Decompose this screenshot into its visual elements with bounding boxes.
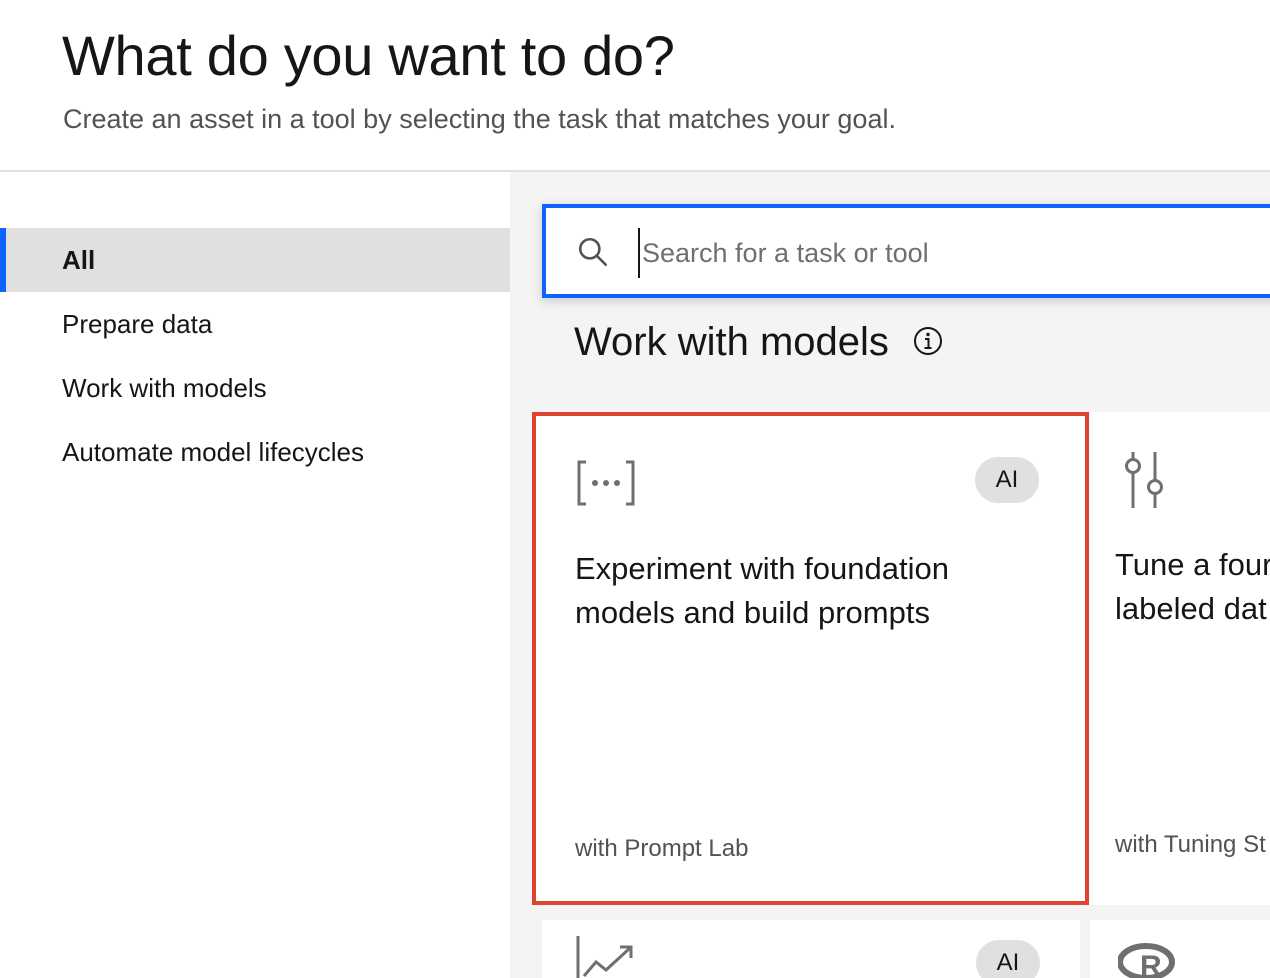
task-card-tuning-studio[interactable]: Tune a four labeled dat with Tuning St: [1090, 412, 1270, 905]
sidebar-item-prepare-data[interactable]: Prepare data: [0, 292, 510, 356]
card-footer-tool: with Tuning St: [1115, 831, 1266, 858]
card-title: Experiment with foundation models and bu…: [575, 547, 949, 635]
info-icon[interactable]: [912, 325, 944, 357]
card-title-line: models and build prompts: [575, 595, 930, 630]
task-card-third[interactable]: AI: [542, 920, 1080, 978]
sidebar: All Prepare data Work with models Automa…: [0, 172, 510, 978]
task-card-fourth[interactable]: R: [1090, 920, 1270, 978]
card-title: Tune a four labeled dat: [1115, 543, 1270, 631]
ai-badge: AI: [976, 940, 1040, 978]
task-card-prompt-lab[interactable]: AI Experiment with foundation models and…: [532, 412, 1089, 905]
svg-text:R: R: [1140, 950, 1162, 978]
r-logo-icon: R: [1118, 943, 1175, 978]
sidebar-item-all[interactable]: All: [0, 228, 510, 292]
search-box[interactable]: [542, 204, 1270, 298]
tuning-sliders-icon: [1125, 452, 1163, 508]
card-title-line: labeled dat: [1115, 591, 1267, 626]
ai-badge: AI: [975, 457, 1039, 503]
card-footer-tool: with Prompt Lab: [575, 835, 749, 862]
sidebar-item-work-with-models[interactable]: Work with models: [0, 356, 510, 420]
main-content: Work with models AI Experiment with foun…: [510, 172, 1270, 978]
chart-trend-icon: [576, 936, 633, 978]
page-title: What do you want to do?: [62, 24, 675, 87]
sidebar-item-automate-model-lifecycles[interactable]: Automate model lifecycles: [0, 420, 510, 484]
prompt-brackets-icon: [577, 460, 635, 506]
page-subtitle: Create an asset in a tool by selecting t…: [63, 104, 896, 134]
search-icon: [578, 237, 608, 267]
section-title: Work with models: [574, 320, 889, 364]
card-title-line: Experiment with foundation: [575, 551, 949, 586]
card-title-line: Tune a four: [1115, 547, 1270, 582]
page-header: What do you want to do? Create an asset …: [0, 0, 1270, 172]
search-input[interactable]: [638, 228, 1244, 278]
